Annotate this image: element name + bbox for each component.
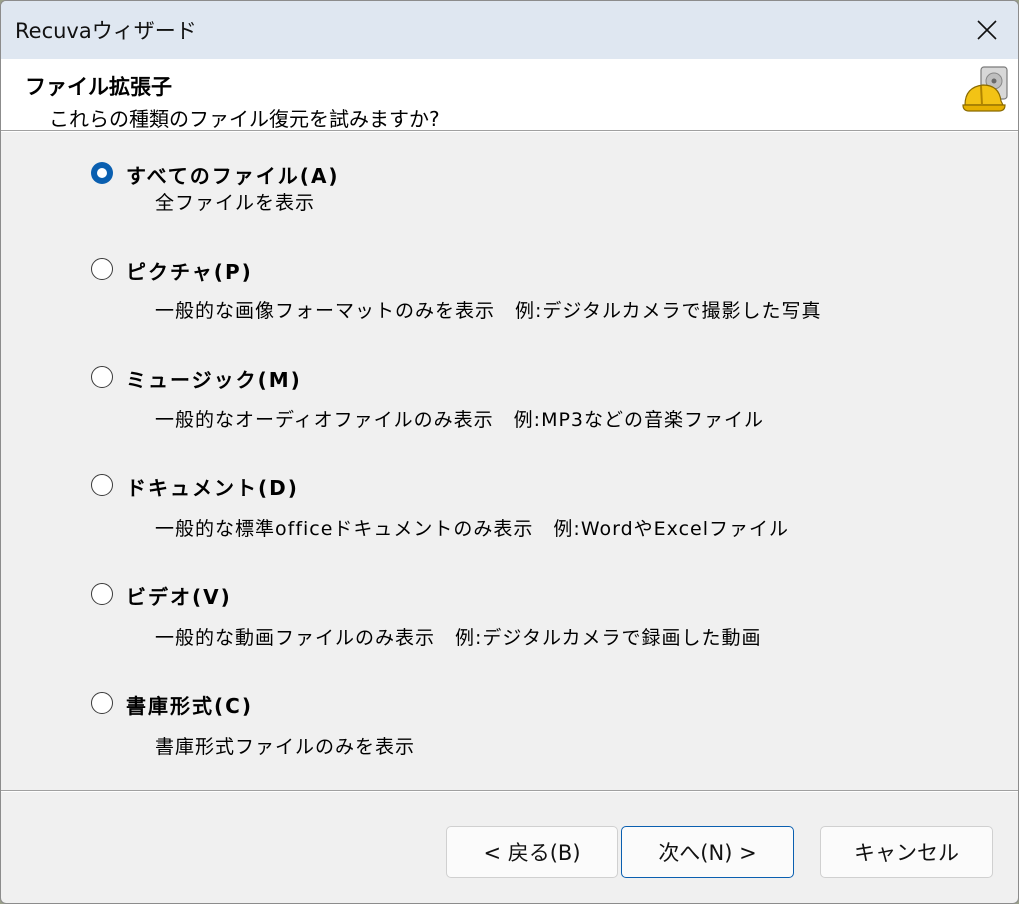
option-description: 一般的な標準officeドキュメントのみ表示 例:WordやExcelファイル: [155, 518, 789, 540]
page-title: ファイル拡張子: [25, 75, 172, 99]
option-label: ビデオ(V): [126, 585, 232, 609]
radio-all-files[interactable]: [91, 162, 113, 184]
recuva-drive-helmet-icon: [962, 66, 1008, 112]
option-label: 書庫形式(C): [126, 694, 253, 718]
page-subtitle: これらの種類のファイル復元を試みますか?: [49, 107, 440, 131]
option-label: ピクチャ(P): [126, 260, 253, 284]
footer-divider: [1, 790, 1018, 792]
cancel-button[interactable]: キャンセル: [820, 826, 993, 878]
option-description: 一般的な画像フォーマットのみを表示 例:デジタルカメラで撮影した写真: [155, 300, 822, 322]
header-divider: [1, 130, 1018, 132]
window-title: Recuvaウィザード: [15, 19, 197, 43]
radio-pictures[interactable]: [91, 258, 113, 280]
title-bar: Recuvaウィザード: [1, 1, 1018, 59]
option-description: 一般的なオーディオファイルのみ表示 例:MP3などの音楽ファイル: [155, 409, 765, 431]
option-description: 書庫形式ファイルのみを表示: [155, 736, 416, 758]
recuva-wizard-window: Recuvaウィザード ファイル拡張子 これらの種類のファイル復元を試みますか?…: [0, 0, 1019, 904]
radio-documents[interactable]: [91, 474, 113, 496]
radio-video[interactable]: [91, 583, 113, 605]
close-button[interactable]: [956, 1, 1018, 59]
option-description: 一般的な動画ファイルのみ表示 例:デジタルカメラで録画した動画: [155, 627, 762, 649]
option-label: ドキュメント(D): [126, 476, 299, 500]
wizard-header: ファイル拡張子 これらの種類のファイル復元を試みますか?: [1, 59, 1018, 131]
radio-music[interactable]: [91, 366, 113, 388]
radio-archives[interactable]: [91, 692, 113, 714]
option-label: すべてのファイル(A): [126, 164, 340, 188]
option-label: ミュージック(M): [126, 368, 302, 392]
next-button[interactable]: 次へ(N) >: [621, 826, 794, 878]
back-button[interactable]: < 戻る(B): [446, 826, 618, 878]
close-icon: [977, 20, 997, 40]
option-description: 全ファイルを表示: [155, 192, 316, 214]
